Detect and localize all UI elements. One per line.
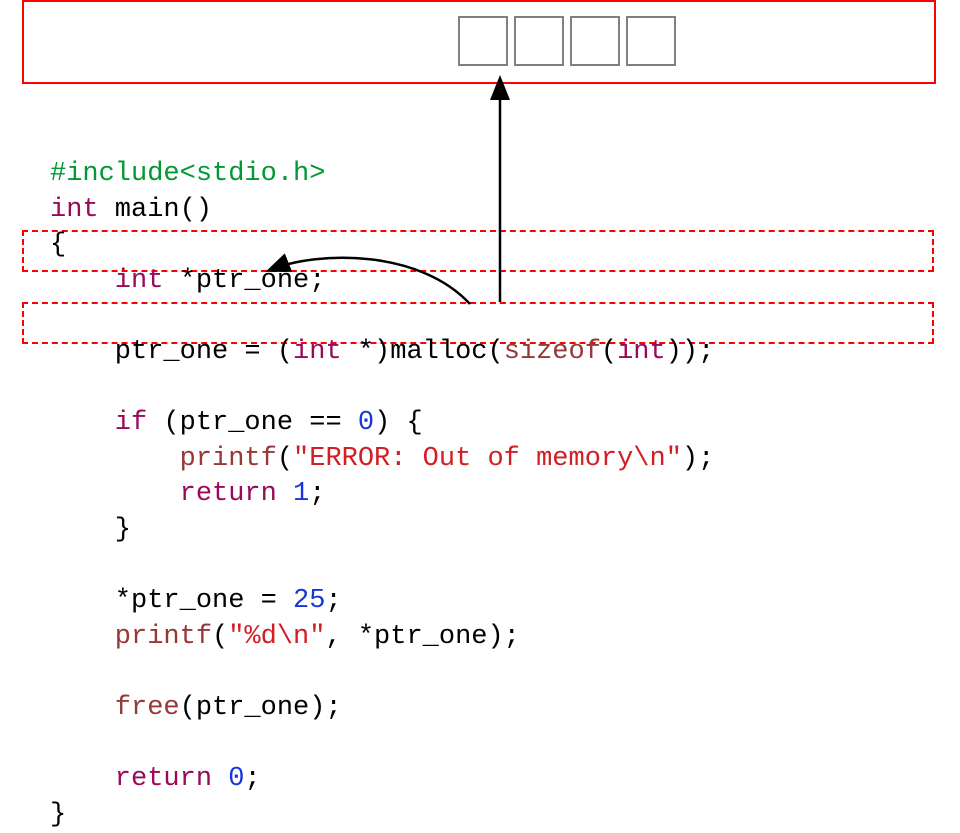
code-p1-b: (	[277, 444, 293, 474]
heap-cell-2	[570, 16, 620, 66]
heap-box	[22, 0, 936, 84]
fn-free: free	[50, 693, 180, 723]
code-assign-c: *)malloc(	[342, 337, 504, 367]
code-main: main()	[99, 195, 229, 225]
heap-cell-3	[626, 16, 676, 66]
code-brace-open: {	[50, 230, 82, 260]
kw-sizeof: sizeof	[504, 337, 601, 367]
kw-if: if	[50, 408, 147, 438]
fn-printf-1: printf	[50, 444, 277, 474]
heap-cell-1	[514, 16, 564, 66]
stage: #include<stdio.h> int main() { int *ptr_…	[0, 0, 960, 744]
kw-return-1: return	[50, 479, 293, 509]
kw-int-2: int	[50, 266, 163, 296]
code-block: #include<stdio.h> int main() { int *ptr_…	[50, 157, 731, 833]
code-r2-c: ;	[244, 764, 276, 794]
code-brace-close: }	[50, 800, 82, 830]
code-assign-g: ));	[666, 337, 731, 367]
lit-0b: 0	[228, 764, 244, 794]
code-include: #include<stdio.h>	[50, 159, 325, 189]
lit-1: 1	[293, 479, 309, 509]
heap-cell-0	[458, 16, 508, 66]
code-free-b: (ptr_one);	[180, 693, 358, 723]
code-p1-d: );	[682, 444, 731, 474]
code-r1-c: ;	[309, 479, 341, 509]
code-assign-e: (	[601, 337, 617, 367]
code-decl: *ptr_one;	[163, 266, 341, 296]
code-p2-b: (	[212, 622, 228, 652]
fn-printf-2: printf	[50, 622, 212, 652]
lit-0: 0	[358, 408, 374, 438]
kw-return-2: return	[50, 764, 228, 794]
code-deref-a: *ptr_one =	[50, 586, 293, 616]
kw-int-3: int	[293, 337, 342, 367]
code-closebrace-1: }	[50, 515, 147, 545]
kw-int-4: int	[617, 337, 666, 367]
code-if-b: (ptr_one ==	[147, 408, 358, 438]
code-p2-d: , *ptr_one);	[325, 622, 536, 652]
str-error: "ERROR: Out of memory\n"	[293, 444, 682, 474]
code-deref-c: ;	[325, 586, 357, 616]
str-fmt: "%d\n"	[228, 622, 325, 652]
kw-int-1: int	[50, 195, 99, 225]
code-if-d: ) {	[374, 408, 439, 438]
code-assign-a: ptr_one = (	[50, 337, 293, 367]
lit-25: 25	[293, 586, 325, 616]
